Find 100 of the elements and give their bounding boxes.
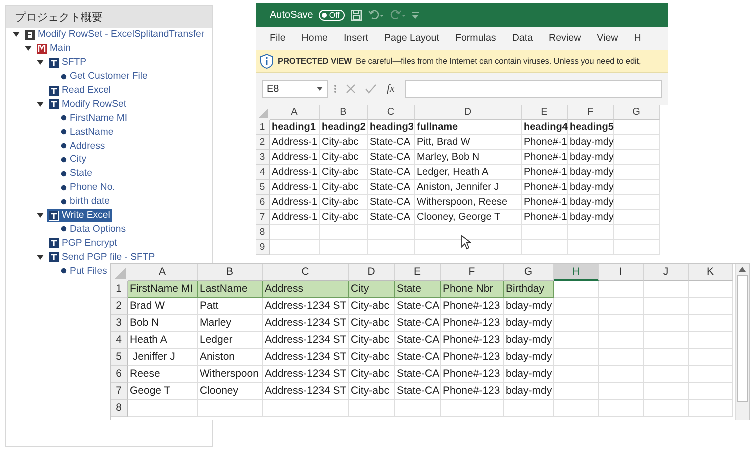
column-header[interactable]: C <box>263 264 349 281</box>
tree-item-label[interactable]: PGP Encrypt <box>62 238 118 249</box>
collapse-arrow-icon[interactable] <box>36 254 44 261</box>
collapse-arrow-icon[interactable] <box>36 100 44 108</box>
row-header[interactable]: 4 <box>111 332 128 349</box>
tree-item[interactable]: Put Files <box>59 264 110 278</box>
column-header[interactable]: E <box>522 105 568 120</box>
autosave-toggle[interactable]: Off <box>319 10 345 20</box>
table-cell: City-abc <box>320 135 368 150</box>
column-header[interactable]: G <box>504 264 554 281</box>
column-header[interactable]: I <box>599 264 644 281</box>
tree-item-label[interactable]: Address <box>70 140 106 152</box>
row-header[interactable]: 8 <box>111 400 128 417</box>
ribbon-tab[interactable]: Page Layout <box>376 33 448 44</box>
select-all-corner-icon[interactable] <box>111 264 128 281</box>
row-header[interactable]: 5 <box>111 349 128 366</box>
tree-item-label[interactable]: Modify RowSet <box>62 98 127 110</box>
column-header[interactable]: E <box>395 264 441 281</box>
column-header[interactable]: D <box>349 264 395 281</box>
tree-item-label[interactable]: FirstName MI <box>70 112 128 124</box>
tree-item-label[interactable]: SFTP <box>62 57 87 68</box>
tree-item[interactable]: Modify RowSet <box>47 98 129 111</box>
column-header[interactable]: A <box>128 264 198 281</box>
redo-icon[interactable] <box>390 10 406 20</box>
tree-item-label[interactable]: Get Customer File <box>70 71 148 82</box>
ribbon-tab[interactable]: Insert <box>336 33 376 44</box>
row-header[interactable]: 5 <box>256 180 270 195</box>
collapse-arrow-icon[interactable] <box>24 45 32 52</box>
tree-item[interactable]: Modify RowSet - ExcelSplitandTransfer <box>23 28 207 42</box>
column-header[interactable]: D <box>415 105 522 120</box>
tree-item-label[interactable]: State <box>70 168 92 180</box>
column-header[interactable]: A <box>270 105 320 120</box>
row-header[interactable]: 2 <box>111 298 128 315</box>
tree-item-label[interactable]: birth date <box>70 196 110 208</box>
tree-item[interactable]: Data Options <box>59 222 128 236</box>
column-header[interactable]: C <box>368 105 415 120</box>
vertical-scrollbar[interactable] <box>735 264 749 420</box>
tree-item-label[interactable]: Put Files <box>70 266 108 277</box>
collapse-arrow-icon[interactable] <box>12 31 20 38</box>
row-header[interactable]: 9 <box>256 240 270 255</box>
name-box[interactable]: E8 <box>262 80 328 98</box>
tree-item-label[interactable]: Send PGP file - SFTP <box>62 252 156 263</box>
ribbon-tab[interactable]: Home <box>294 33 336 44</box>
tree-item-label[interactable]: Modify RowSet - ExcelSplitandTransfer <box>38 29 205 40</box>
save-icon[interactable] <box>350 10 362 20</box>
column-header[interactable]: F <box>441 264 504 281</box>
ribbon-tab[interactable]: Review <box>541 33 590 44</box>
column-header[interactable]: F <box>568 105 614 120</box>
row-header[interactable]: 6 <box>256 195 270 210</box>
tree-item-label[interactable]: Phone No. <box>70 182 116 194</box>
tree-item[interactable]: Main <box>35 42 73 56</box>
tree-item[interactable]: FirstName MI <box>59 112 130 125</box>
undo-icon[interactable] <box>368 10 384 20</box>
column-header[interactable]: B <box>198 264 263 281</box>
row-header[interactable]: 3 <box>256 150 270 165</box>
tree-item-label[interactable]: Data Options <box>70 224 126 235</box>
formula-input-field[interactable] <box>404 80 662 98</box>
tree-item[interactable]: LastName <box>59 126 116 139</box>
column-header[interactable]: B <box>320 105 368 120</box>
tree-item[interactable]: PGP Encrypt <box>47 236 120 250</box>
row-header[interactable]: 2 <box>256 135 270 150</box>
row-header[interactable]: 1 <box>111 281 128 298</box>
scroll-up-arrow-icon[interactable] <box>739 267 746 272</box>
tree-item[interactable]: Phone No. <box>59 181 118 194</box>
tree-item[interactable]: Address <box>59 140 108 153</box>
ribbon-tab[interactable]: Formulas <box>447 33 504 44</box>
row-header[interactable]: 1 <box>256 120 270 135</box>
tree-item-label[interactable]: Main <box>50 43 71 54</box>
tree-item-label[interactable]: Write Excel <box>62 210 110 222</box>
insert-function-button[interactable]: fx <box>383 83 399 95</box>
ribbon-tab[interactable]: Data <box>504 33 542 44</box>
row-header[interactable]: 6 <box>111 366 128 383</box>
column-header[interactable]: H <box>554 264 599 281</box>
ribbon-tab[interactable]: H <box>626 33 650 44</box>
column-header[interactable]: G <box>614 105 660 120</box>
column-header[interactable]: J <box>644 264 689 281</box>
row-header[interactable]: 7 <box>256 210 270 225</box>
row-header[interactable]: 8 <box>256 225 270 240</box>
ribbon-tab[interactable]: View <box>589 33 626 44</box>
tree-item[interactable]: Write Excel <box>47 209 112 222</box>
tree-item[interactable]: Get Customer File <box>59 70 150 84</box>
collapse-arrow-icon[interactable] <box>36 212 44 220</box>
ribbon-tab[interactable]: File <box>262 33 294 44</box>
tree-item[interactable]: birth date <box>59 195 112 208</box>
tree-item-label[interactable]: City <box>70 154 87 166</box>
customize-caret-icon[interactable] <box>412 12 419 18</box>
row-header[interactable]: 4 <box>256 165 270 180</box>
tree-item[interactable]: SFTP <box>47 56 89 70</box>
enter-check-icon[interactable] <box>365 84 377 94</box>
tree-item-label[interactable]: LastName <box>70 126 114 138</box>
tree-item[interactable]: Send PGP file - SFTP <box>47 250 158 264</box>
column-header[interactable]: K <box>689 264 733 281</box>
tree-item[interactable]: Read Excel <box>47 84 114 97</box>
tree-item[interactable]: City <box>59 153 89 166</box>
row-header[interactable]: 3 <box>111 315 128 332</box>
collapse-arrow-icon[interactable] <box>36 59 44 66</box>
tree-item[interactable]: State <box>59 167 94 180</box>
select-all-corner-icon[interactable] <box>256 105 270 120</box>
tree-item-label[interactable]: Read Excel <box>62 85 112 96</box>
row-header[interactable]: 7 <box>111 383 128 400</box>
